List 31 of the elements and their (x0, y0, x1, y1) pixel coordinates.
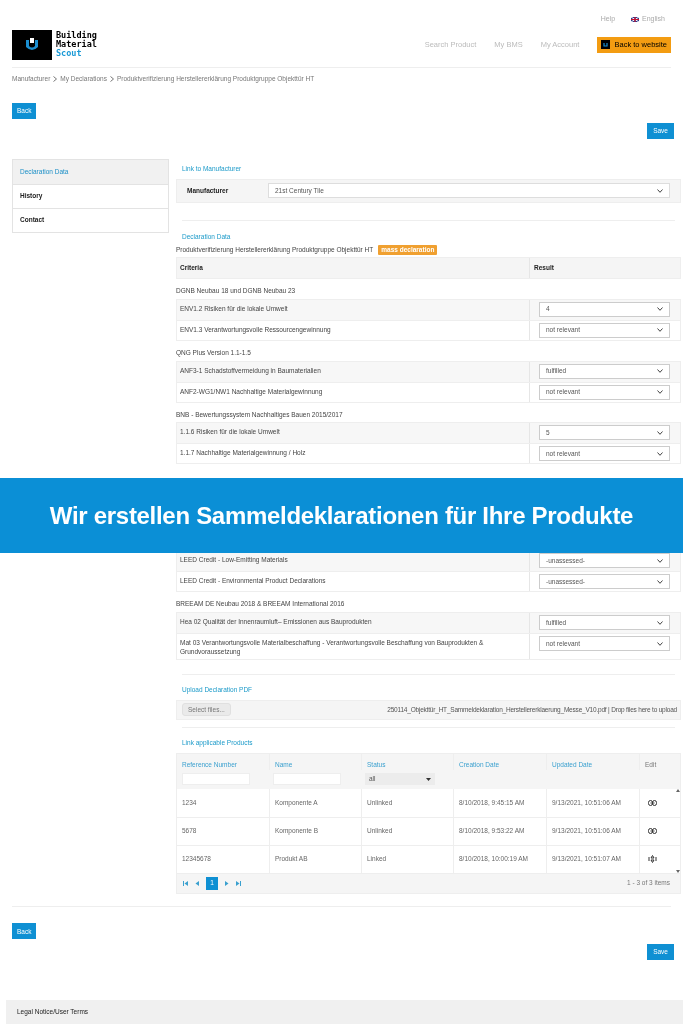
chevron-down-icon (657, 558, 663, 563)
logo-text: Scout (56, 49, 83, 58)
chevron-down-icon (657, 188, 663, 193)
previous-page-icon[interactable] (195, 880, 199, 886)
chevron-down-icon (657, 390, 663, 394)
logo-text: Material (56, 40, 97, 49)
chevron-down-icon (657, 641, 663, 646)
logo-icon (12, 29, 52, 60)
logo-icon (601, 40, 611, 49)
next-page-icon[interactable] (225, 880, 229, 886)
logo-text: Building (56, 31, 97, 40)
chevron-down-icon (657, 328, 663, 333)
chevron-right-icon (109, 75, 114, 82)
last-page-icon[interactable] (236, 880, 241, 886)
first-page-icon[interactable] (183, 880, 188, 886)
scrollbar[interactable] (675, 788, 680, 873)
chevron-down-icon (657, 451, 663, 456)
chevron-down-icon (657, 620, 663, 625)
triangle-down-icon (426, 777, 431, 781)
link-icon[interactable] (648, 799, 657, 806)
chevron-right-icon (53, 75, 58, 82)
flag-icon (631, 17, 640, 22)
chevron-down-icon (657, 307, 663, 312)
arrow-down-icon[interactable] (675, 869, 680, 873)
chevron-down-icon (657, 579, 663, 584)
unlink-icon[interactable] (648, 855, 657, 863)
chevron-down-icon (657, 369, 663, 373)
banner-text: Wir erstellen Sammeldeklarationen für Ihre Produkte (49, 500, 634, 531)
arrow-up-icon[interactable] (675, 788, 680, 792)
link-icon[interactable] (648, 828, 657, 834)
chevron-down-icon (657, 430, 663, 435)
